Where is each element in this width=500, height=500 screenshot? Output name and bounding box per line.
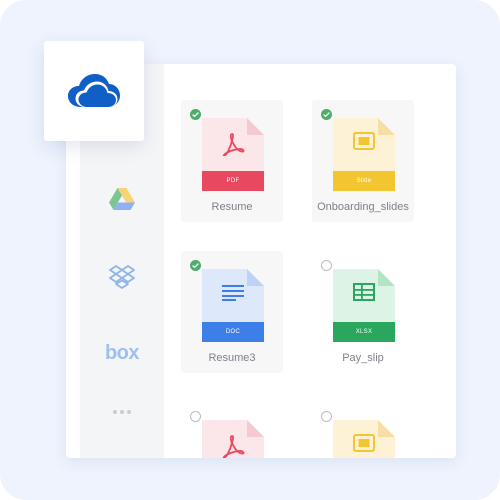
sheet-icon bbox=[333, 283, 395, 301]
file-card-pay-slip[interactable]: XLSX Pay_slip bbox=[312, 251, 414, 373]
doc-icon bbox=[202, 283, 264, 301]
file-card-resume[interactable]: PDF Resume bbox=[181, 100, 283, 222]
dropbox-icon bbox=[109, 265, 135, 289]
sidebar-item-onedrive[interactable] bbox=[44, 41, 144, 141]
slides-icon bbox=[333, 132, 395, 150]
sheet-file-icon: XLSX bbox=[333, 269, 395, 342]
file-name: Onboarding_slides bbox=[317, 201, 409, 213]
file-checkbox[interactable] bbox=[190, 411, 201, 422]
pdf-file-icon bbox=[202, 420, 264, 458]
file-card-resume3[interactable]: DOC Resume3 bbox=[181, 251, 283, 373]
file-name: Pay_slip bbox=[342, 352, 384, 364]
sidebar-item-google-drive[interactable] bbox=[80, 180, 164, 218]
sidebar-item-more[interactable] bbox=[80, 404, 164, 420]
file-card-onboarding-slides[interactable]: Slide Onboarding_slides bbox=[312, 100, 414, 222]
file-checkbox[interactable] bbox=[190, 260, 201, 271]
onedrive-icon bbox=[68, 74, 120, 107]
file-name: Resume3 bbox=[208, 352, 256, 364]
doc-file-icon: DOC bbox=[202, 269, 264, 342]
file-type-band: Slide bbox=[333, 171, 395, 191]
file-card-partial-slides[interactable] bbox=[312, 402, 414, 458]
file-grid: PDF Resume Slide Onboarding_slides DOC R… bbox=[164, 64, 456, 458]
pdf-file-icon: PDF bbox=[202, 118, 264, 191]
file-checkbox[interactable] bbox=[321, 109, 332, 120]
file-type-band: XLSX bbox=[333, 322, 395, 342]
google-drive-icon bbox=[109, 188, 135, 210]
file-type-band: DOC bbox=[202, 322, 264, 342]
more-icon bbox=[113, 410, 131, 414]
file-type-band: PDF bbox=[202, 171, 264, 191]
file-checkbox[interactable] bbox=[321, 260, 332, 271]
slides-file-icon: Slide bbox=[333, 118, 395, 191]
slides-file-icon bbox=[333, 420, 395, 458]
sidebar-item-dropbox[interactable] bbox=[80, 258, 164, 296]
box-icon: box bbox=[104, 341, 140, 364]
app-background: box PDF Resume Slide Onboarding_slides D… bbox=[0, 0, 500, 500]
pdf-icon bbox=[202, 434, 264, 458]
file-checkbox[interactable] bbox=[321, 411, 332, 422]
slides-icon bbox=[333, 434, 395, 452]
pdf-icon bbox=[202, 132, 264, 156]
file-checkbox[interactable] bbox=[190, 109, 201, 120]
file-card-partial-pdf[interactable] bbox=[181, 402, 283, 458]
file-name: Resume bbox=[211, 201, 253, 213]
sidebar-item-box[interactable]: box bbox=[80, 338, 164, 368]
